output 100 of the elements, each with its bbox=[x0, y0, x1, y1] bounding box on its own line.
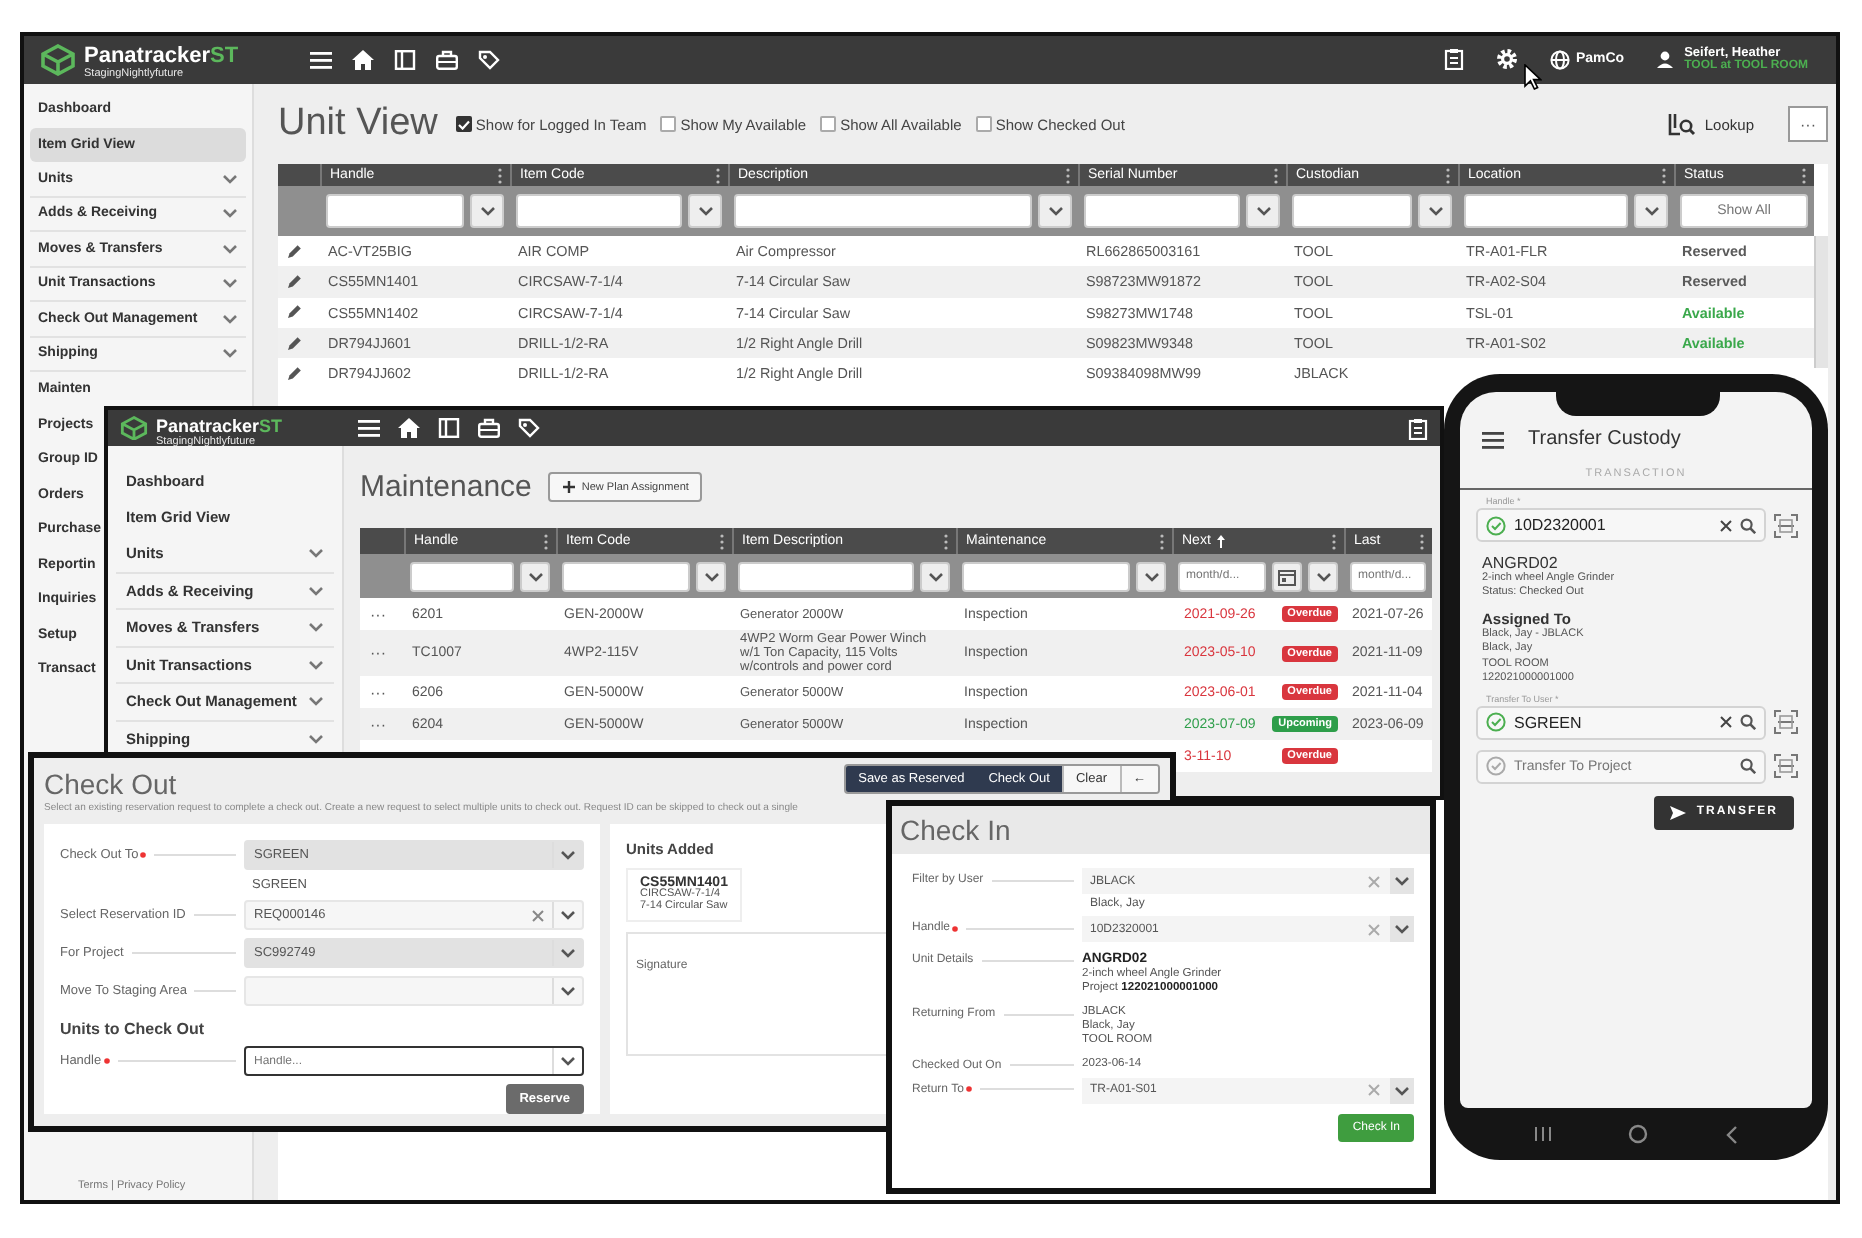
scan-icon[interactable] bbox=[1774, 513, 1798, 537]
chevron-down-icon bbox=[1315, 569, 1331, 583]
input-field[interactable]: 10D2320001 bbox=[1476, 508, 1766, 542]
leader-line bbox=[1003, 1013, 1074, 1016]
chevron-down-icon bbox=[703, 569, 719, 583]
menu-icon[interactable] bbox=[1482, 429, 1504, 449]
globe-icon bbox=[1549, 49, 1570, 70]
leader-line bbox=[1009, 1064, 1074, 1067]
scan-icon[interactable] bbox=[1774, 754, 1798, 779]
brand-name: Panatracker bbox=[84, 44, 210, 69]
dropdown-button[interactable] bbox=[1038, 194, 1072, 228]
filter-field[interactable] bbox=[962, 561, 1130, 591]
chevron-down-icon bbox=[1394, 922, 1410, 936]
leader-line bbox=[117, 1060, 236, 1062]
briefcase-icon[interactable] bbox=[478, 418, 501, 438]
page-title: Maintenance bbox=[360, 470, 532, 504]
leader-line bbox=[194, 990, 236, 992]
row-menu-button[interactable]: ··· bbox=[360, 605, 404, 623]
dropdown-button[interactable] bbox=[688, 194, 722, 228]
brand-name: Panatracker bbox=[156, 415, 260, 436]
dropdown-button[interactable] bbox=[1418, 194, 1452, 228]
row-menu-button[interactable]: ··· bbox=[360, 715, 404, 733]
chevron-down-icon bbox=[222, 241, 238, 256]
chevron-down-icon bbox=[222, 206, 238, 221]
search-icon[interactable] bbox=[1740, 714, 1756, 731]
chevron-down-icon bbox=[1643, 204, 1659, 218]
dropdown-button[interactable] bbox=[470, 194, 504, 228]
menu-icon[interactable] bbox=[358, 418, 381, 438]
clear-icon[interactable] bbox=[1720, 716, 1732, 729]
chevron-down-icon bbox=[1143, 569, 1159, 583]
check-circle-icon bbox=[1486, 515, 1506, 535]
clear-icon bbox=[532, 909, 544, 921]
search-icon[interactable] bbox=[1740, 758, 1756, 775]
scrollbar[interactable] bbox=[1814, 236, 1828, 368]
clear-icon[interactable] bbox=[1720, 519, 1732, 531]
user-icon[interactable] bbox=[1656, 50, 1675, 69]
filter-field[interactable] bbox=[326, 194, 464, 228]
checkbox[interactable] bbox=[975, 116, 992, 132]
home-icon[interactable] bbox=[398, 418, 421, 438]
dropdown-button[interactable] bbox=[1390, 868, 1414, 894]
search-icon[interactable] bbox=[1740, 517, 1756, 533]
checkbox[interactable] bbox=[660, 116, 677, 132]
chevron-down-icon bbox=[560, 1054, 576, 1068]
panel-icon[interactable] bbox=[394, 50, 417, 70]
chevron-down-icon bbox=[222, 311, 238, 326]
select-field[interactable] bbox=[244, 976, 584, 1006]
filter-field[interactable] bbox=[738, 561, 914, 591]
check-circle-icon bbox=[1486, 756, 1506, 777]
filter-field[interactable] bbox=[410, 561, 514, 591]
recent-apps-icon[interactable] bbox=[1534, 1126, 1553, 1142]
required-icon bbox=[103, 1058, 110, 1064]
chevron-down-icon bbox=[560, 848, 576, 862]
checkbox[interactable] bbox=[820, 116, 837, 132]
settings-icon[interactable] bbox=[1495, 48, 1518, 71]
row-menu-button[interactable]: ··· bbox=[360, 644, 404, 662]
brand-suffix: ST bbox=[210, 44, 239, 69]
chevron-down-icon bbox=[560, 984, 576, 998]
panel-icon[interactable] bbox=[438, 418, 461, 438]
filter-field[interactable] bbox=[1464, 194, 1628, 228]
page-title: Unit View bbox=[278, 102, 438, 146]
checkbox[interactable] bbox=[455, 116, 472, 132]
filter-field[interactable] bbox=[1084, 194, 1240, 228]
clipboard-icon[interactable] bbox=[1443, 48, 1464, 71]
calendar-icon bbox=[1278, 567, 1296, 585]
chevron-down-icon bbox=[308, 620, 324, 635]
dropdown-button[interactable] bbox=[1308, 561, 1338, 591]
briefcase-icon[interactable] bbox=[436, 50, 459, 70]
leader-line bbox=[131, 952, 236, 954]
home-button-icon[interactable] bbox=[1628, 1124, 1649, 1144]
calendar-button[interactable] bbox=[1272, 561, 1302, 591]
dropdown-button[interactable] bbox=[520, 561, 550, 591]
dropdown-button[interactable] bbox=[1246, 194, 1280, 228]
filter-field[interactable] bbox=[1292, 194, 1412, 228]
home-icon[interactable] bbox=[352, 50, 375, 70]
dropdown-button[interactable] bbox=[920, 561, 950, 591]
filter-field[interactable] bbox=[734, 194, 1032, 228]
clipboard-icon[interactable] bbox=[1408, 417, 1428, 439]
section-heading: Units to Check Out bbox=[60, 1020, 207, 1038]
dropdown-button[interactable] bbox=[1634, 194, 1668, 228]
dropdown-button[interactable] bbox=[696, 561, 726, 591]
dropdown-button[interactable] bbox=[1390, 1077, 1414, 1104]
clear-icon bbox=[1368, 1084, 1380, 1097]
more-button[interactable]: ··· bbox=[1788, 106, 1828, 142]
filter-field[interactable] bbox=[516, 194, 682, 228]
tag-icon[interactable] bbox=[478, 50, 501, 70]
input-field[interactable]: SGREEN bbox=[1476, 705, 1766, 740]
filter-field[interactable] bbox=[562, 561, 690, 591]
chevron-down-icon bbox=[927, 569, 943, 583]
back-icon[interactable] bbox=[1725, 1125, 1738, 1143]
chevron-down-icon bbox=[308, 694, 324, 709]
dropdown-button[interactable] bbox=[1136, 561, 1166, 591]
lookup-icon bbox=[1668, 112, 1697, 136]
row-menu-button[interactable]: ··· bbox=[360, 683, 404, 701]
chevron-down-icon bbox=[1394, 874, 1410, 888]
tag-icon[interactable] bbox=[518, 418, 541, 438]
menu-icon[interactable] bbox=[310, 50, 333, 70]
dropdown-button[interactable] bbox=[1390, 916, 1414, 942]
leader-line bbox=[991, 879, 1074, 881]
scan-icon[interactable] bbox=[1774, 710, 1798, 735]
chevron-down-icon bbox=[560, 908, 576, 922]
